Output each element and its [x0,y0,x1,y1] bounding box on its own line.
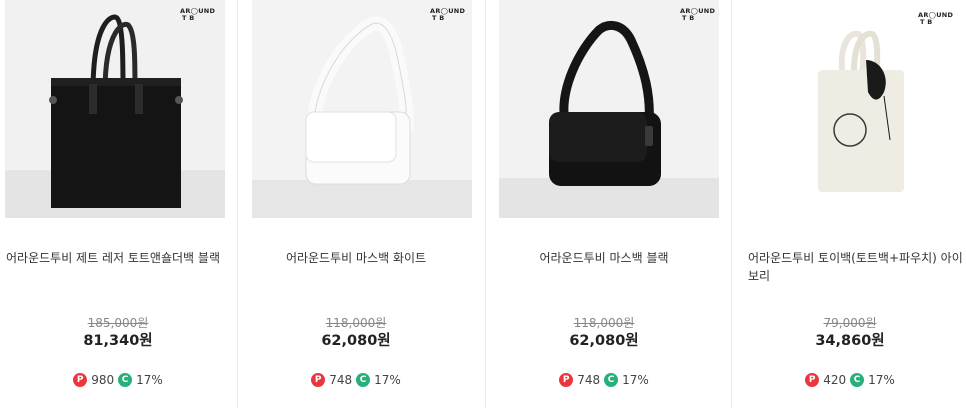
benefit-badges: P 980 C 17% [0,373,226,387]
sale-price: 62,080원 [569,333,639,349]
product-name[interactable]: 어라운드투비 마스백 블랙 [486,249,722,267]
discount-rate: 17% [374,373,401,387]
brand-logo: AR◯UND T B [430,8,465,24]
coupon-icon: C [604,373,619,387]
brand-logo-line2: T B [432,14,445,22]
sale-price: 62,080원 [321,333,391,349]
brand-logo-line2: T B [182,14,195,22]
brand-logo: AR◯UND T B [680,8,715,24]
point-value: 980 [91,373,115,387]
sale-price: 81,340원 [83,333,153,349]
benefit-badges: P 748 C 17% [486,373,722,387]
product-name[interactable]: 어라운드투비 마스백 화이트 [238,249,474,267]
product-image[interactable] [252,0,472,218]
brand-logo-line2: T B [920,18,933,26]
brand-logo: AR◯UND T B [918,12,953,28]
point-icon: P [311,373,326,387]
point-value: 748 [577,373,601,387]
product-name[interactable]: 어라운드투비 제트 레저 토트앤숄더백 블랙 [0,249,226,267]
discount-rate: 17% [136,373,163,387]
coupon-icon: C [850,373,865,387]
benefit-badges: P 748 C 17% [238,373,474,387]
product-name[interactable]: 어라운드투비 토이백(토트백+파우치) 아이보리 [746,249,966,285]
point-icon: P [805,373,820,387]
sale-price: 34,860원 [815,333,885,349]
product-image[interactable] [746,0,966,218]
brand-logo: AR◯UND T B [180,8,215,24]
point-value: 748 [329,373,353,387]
product-image[interactable] [5,0,225,218]
point-icon: P [73,373,88,387]
discount-rate: 17% [868,373,895,387]
product-card[interactable]: AR◯UND T B 어라운드투비 마스백 화이트 118,000원 62,08… [238,0,474,408]
product-image[interactable] [499,0,719,218]
benefit-badges: P 420 C 17% [732,373,966,387]
discount-rate: 17% [622,373,649,387]
product-card[interactable]: AR◯UND T B 어라운드투비 제트 레저 토트앤숄더백 블랙 185,00… [0,0,226,408]
point-value: 420 [823,373,847,387]
brand-logo-line2: T B [682,14,695,22]
coupon-icon: C [118,373,133,387]
product-card[interactable]: AR◯UND T B 어라운드투비 토이백(토트백+파우치) 아이보리 79,0… [732,0,966,408]
coupon-icon: C [356,373,371,387]
product-card[interactable]: AR◯UND T B 어라운드투비 마스백 블랙 118,000원 62,080… [486,0,722,408]
point-icon: P [559,373,574,387]
